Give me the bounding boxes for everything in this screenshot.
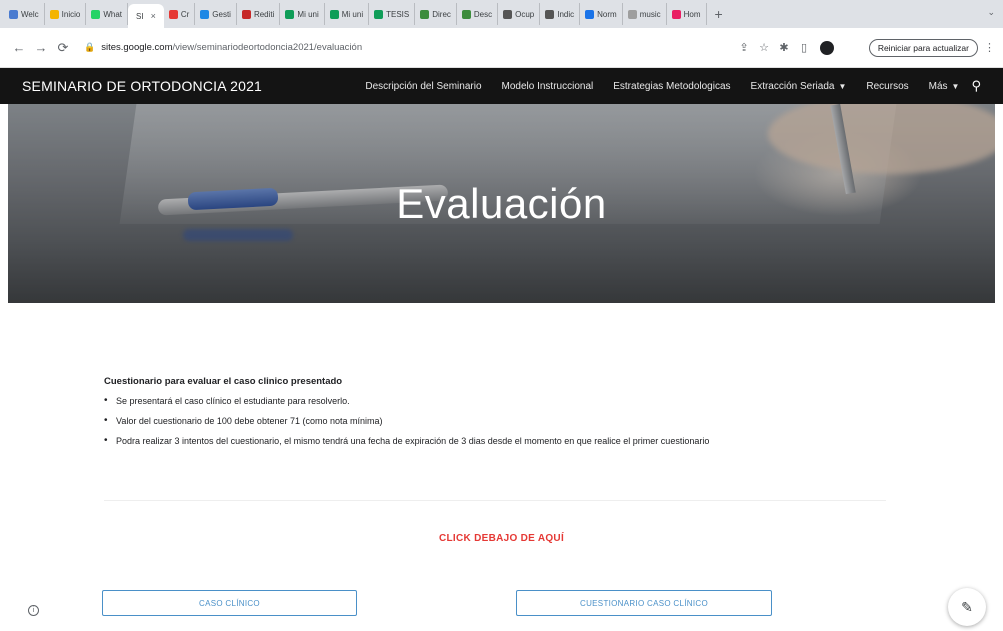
browser-tab[interactable]: Desc (457, 3, 499, 25)
site-header: SEMINARIO DE ORTODONCIA 2021 Descripción… (0, 68, 1003, 104)
pencil-icon: ✎ (961, 598, 973, 615)
browser-tab[interactable]: Direc (415, 3, 457, 25)
caso-clinico-button[interactable]: CASO CLÍNICO (102, 590, 357, 616)
star-icon[interactable]: ☆ (754, 41, 774, 54)
browser-tab[interactable]: Indic (540, 3, 581, 25)
tab-favicon-icon (374, 9, 384, 19)
profile-avatar[interactable] (820, 40, 834, 55)
browser-tab[interactable]: Norm (580, 3, 623, 25)
puzzle-icon[interactable]: ✱ (774, 41, 794, 54)
page-title: Evaluación (396, 179, 607, 227)
tab-favicon-icon (329, 9, 339, 19)
side-panel-icon[interactable]: ▯ (794, 41, 814, 54)
info-icon[interactable]: i (28, 605, 39, 616)
divider (104, 500, 886, 501)
tab-favicon-icon (545, 9, 555, 19)
section-heading: Cuestionario para evaluar el caso clinic… (104, 376, 343, 387)
nav-item-estrategias[interactable]: Estrategias Metodologicas (613, 81, 730, 92)
instruction-list: Se presentará el caso clínico el estudia… (104, 395, 904, 446)
forward-arrow-icon[interactable]: → (30, 40, 52, 55)
cuestionario-button[interactable]: CUESTIONARIO CASO CLÍNICO (516, 590, 772, 616)
tab-favicon-icon (168, 9, 178, 19)
lock-icon[interactable]: 🔒 (84, 42, 95, 53)
browser-tab-strip: Welc Inicio What SI × Cr Gesti Rediti Mi … (0, 0, 1003, 28)
nav-item-modelo[interactable]: Modelo Instruccional (502, 81, 594, 92)
tab-favicon-icon (9, 9, 18, 19)
tab-search-chevron-icon[interactable]: ⌄ (987, 7, 995, 18)
address-bar: ← → ⟳ 🔒 sites.google.com/view/seminariod… (0, 28, 1003, 68)
list-item: Se presentará el caso clínico el estudia… (104, 395, 904, 406)
tab-favicon-icon (671, 9, 681, 19)
browser-tab[interactable]: Rediti (237, 3, 281, 25)
browser-tab-active[interactable]: SI × (128, 4, 164, 28)
tab-favicon-icon (627, 9, 637, 19)
tab-favicon-icon (91, 9, 101, 19)
browser-tab[interactable]: Hom (667, 3, 707, 25)
tab-favicon-icon (200, 9, 210, 19)
browser-tab[interactable]: Mi uni (325, 3, 370, 25)
tab-favicon-icon (285, 9, 295, 19)
share-icon[interactable]: ⇪ (734, 41, 754, 54)
nav-item-recursos[interactable]: Recursos (866, 81, 908, 92)
browser-tab[interactable]: Mi uni (280, 3, 325, 25)
browser-tab[interactable]: Welc (4, 3, 45, 25)
tab-favicon-icon (49, 9, 59, 19)
nav-item-mas[interactable]: Más ▼ (929, 81, 960, 92)
browser-tab[interactable]: Inicio (45, 3, 87, 25)
back-arrow-icon[interactable]: ← (8, 40, 30, 55)
site-nav: Descripción del Seminario Modelo Instruc… (365, 81, 959, 92)
evaluation-content: Cuestionario para evaluar el caso clinic… (104, 376, 904, 456)
browser-tab[interactable]: What (86, 3, 128, 25)
reload-icon[interactable]: ⟳ (52, 40, 74, 56)
tab-favicon-icon (461, 9, 471, 19)
tab-favicon-icon (585, 9, 595, 19)
hero-banner: Evaluación (8, 104, 995, 303)
cta-text: CLICK DEBAJO DE AQUÍ (438, 533, 565, 544)
url-input[interactable]: 🔒 sites.google.com/view/seminariodeortod… (84, 35, 734, 61)
tab-favicon-icon (503, 9, 513, 19)
restart-to-update-button[interactable]: Reiniciar para actualizar (868, 38, 978, 57)
list-item: Valor del cuestionario de 100 debe obten… (104, 415, 904, 426)
search-icon[interactable]: ⚲ (971, 78, 981, 94)
chevron-down-icon: ▼ (951, 81, 960, 91)
browser-tab[interactable]: Gesti (195, 3, 237, 25)
browser-tab[interactable]: TESIS (369, 3, 416, 25)
site-title[interactable]: SEMINARIO DE ORTODONCIA 2021 (22, 78, 262, 94)
browser-menu-icon[interactable]: ⋮ (984, 41, 995, 54)
browser-tab[interactable]: music (623, 3, 667, 25)
nav-item-extraccion[interactable]: Extracción Seriada ▼ (751, 81, 847, 92)
browser-tab[interactable]: Cr (164, 3, 196, 25)
list-item: Podra realizar 3 intentos del cuestionar… (104, 435, 904, 446)
chevron-down-icon: ▼ (838, 81, 847, 91)
nav-item-descripcion[interactable]: Descripción del Seminario (365, 81, 481, 92)
tab-favicon-icon (420, 9, 430, 19)
tab-favicon-icon (241, 9, 251, 19)
url-text: sites.google.com/view/seminariodeortodon… (101, 42, 363, 53)
new-tab-button[interactable]: + (715, 6, 723, 22)
close-tab-icon[interactable]: × (151, 11, 156, 21)
edit-button[interactable]: ✎ (948, 588, 986, 626)
browser-tab[interactable]: Ocup (498, 3, 541, 25)
